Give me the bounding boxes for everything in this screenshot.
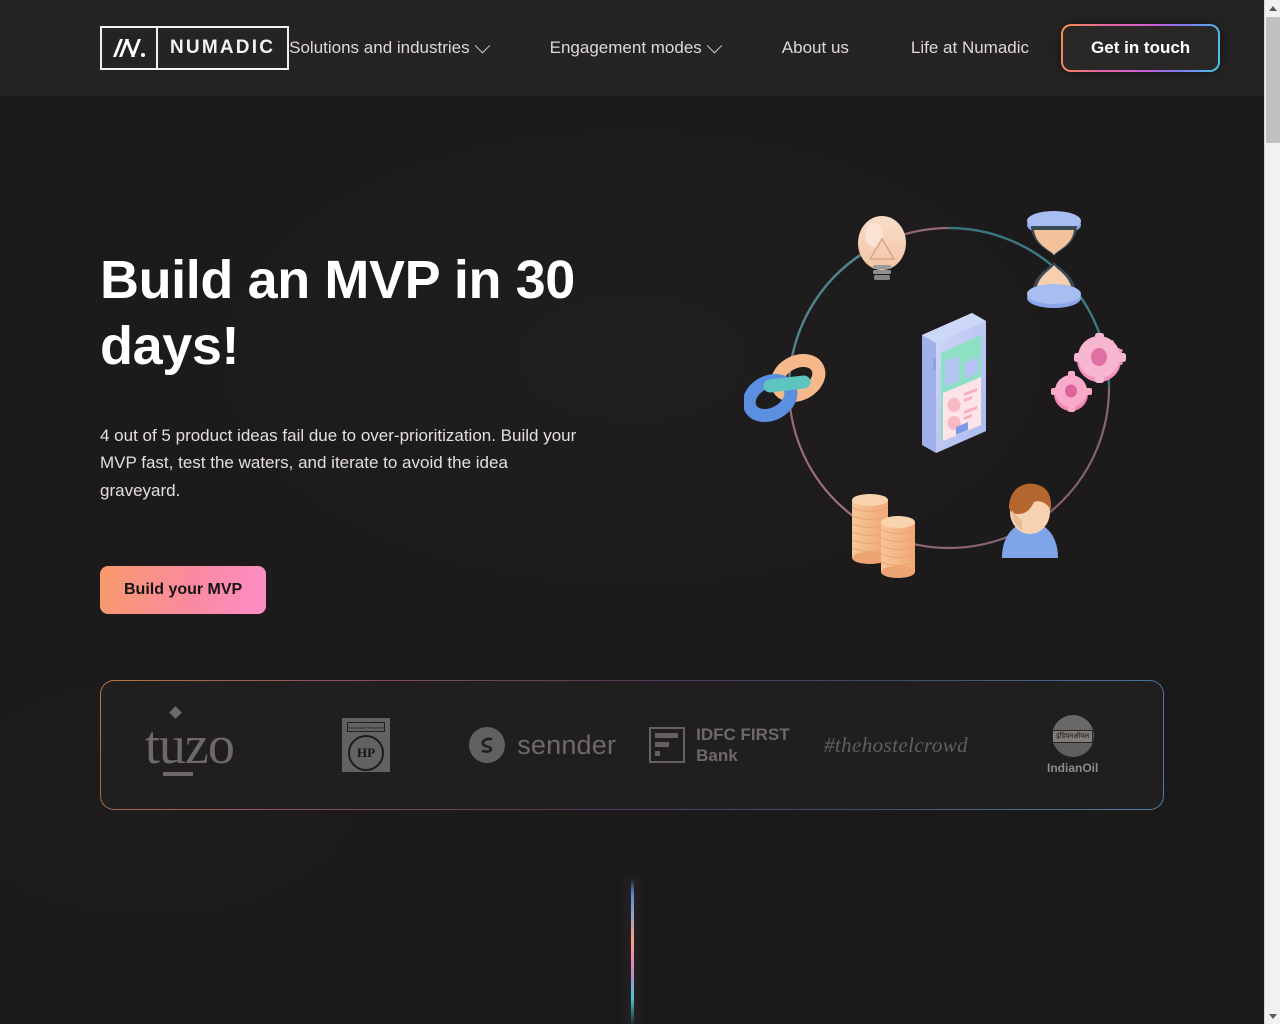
gradient-divider-line — [630, 878, 634, 1024]
page-title: Build an MVP in 30 days! — [100, 250, 575, 376]
scrollbar-thumb[interactable] — [1266, 17, 1280, 143]
scrollbar-down-button[interactable] — [1265, 1008, 1280, 1024]
site-header: NUMADIC Solutions and industries Engagem… — [0, 0, 1264, 96]
hp-logo-icon: Hindustan Petroleum HP — [342, 718, 390, 773]
get-in-touch-button[interactable]: Get in touch — [1061, 24, 1221, 72]
page-viewport: NUMADIC Solutions and industries Engagem… — [0, 0, 1264, 1024]
brand-name: NUMADIC — [170, 37, 276, 58]
nav-item-solutions-and-industries[interactable]: Solutions and industries — [289, 37, 520, 58]
get-in-touch-label: Get in touch — [1063, 26, 1219, 70]
sennder-label: sennder — [517, 729, 617, 760]
nav-label: Engagement modes — [549, 38, 702, 57]
client-logo-indianoil: इंडियनऑयल IndianOil — [984, 715, 1161, 775]
hero-section: Build an MVP in 30 days! 4 out of 5 prod… — [0, 96, 1264, 615]
gears-icon — [1051, 333, 1126, 412]
build-your-mvp-button[interactable]: Build your MVP — [100, 566, 267, 615]
client-logo-hindustan-petroleum: Hindustan Petroleum HP — [278, 718, 455, 773]
mvp-cycle-illustration — [660, 208, 1164, 608]
nav-label: Life at Numadic — [910, 38, 1030, 57]
client-logo-sennder: sennder — [454, 727, 631, 764]
thehostelcrowd-label: #thehostelcrowd — [824, 732, 969, 757]
client-logo-idfc-first-bank: IDFC FIRST Bank — [631, 724, 808, 767]
chevron-down-icon — [706, 37, 723, 53]
hero-copy: Build an MVP in 30 days! 4 out of 5 prod… — [100, 208, 660, 615]
chevron-down-icon — [1269, 1013, 1277, 1019]
nav-label: About us — [781, 38, 849, 57]
idfc-label-line2: Bank — [696, 746, 738, 766]
nav-item-about-us[interactable]: About us — [752, 38, 881, 58]
nav-label: Solutions and industries — [289, 38, 470, 57]
indianoil-devanagari-label: इंडियनऑयल — [1052, 729, 1094, 743]
main-navigation: Solutions and industries Engagement mode… — [289, 37, 1061, 58]
client-logo-tuzo: tuzo — [101, 706, 278, 777]
client-logos-row: tuzo Hindustan Petroleum HP sennder IDFC… — [101, 681, 1163, 810]
divider-section — [0, 838, 1264, 1024]
lightbulb-icon — [858, 216, 906, 280]
scrollbar-up-button[interactable] — [1265, 0, 1280, 16]
nav-item-engagement-modes[interactable]: Engagement modes — [520, 37, 752, 58]
nav-item-life-at-numadic[interactable]: Life at Numadic — [881, 38, 1061, 58]
indianoil-label: IndianOil — [1047, 761, 1099, 776]
chevron-up-icon — [1269, 5, 1277, 11]
idfc-label-line1: IDFC FIRST — [696, 725, 790, 745]
smartphone-icon — [922, 313, 986, 453]
hp-label: HP — [348, 735, 384, 772]
hero-subtitle: 4 out of 5 product ideas fail due to ove… — [100, 425, 577, 500]
indianoil-mark-icon: इंडियनऑयल — [1051, 715, 1094, 758]
client-logos-strip: tuzo Hindustan Petroleum HP sennder IDFC… — [100, 680, 1164, 811]
numadic-logo-mark-icon — [102, 28, 158, 68]
sennder-mark-icon — [469, 727, 506, 764]
brand-logo[interactable]: NUMADIC — [100, 26, 290, 70]
hourglass-icon — [1027, 211, 1081, 308]
chevron-down-icon — [474, 37, 490, 53]
coins-icon — [851, 494, 916, 578]
person-icon — [1002, 483, 1058, 558]
client-logo-thehostelcrowd: #thehostelcrowd — [808, 733, 985, 758]
hp-sub-label: Hindustan Petroleum — [347, 722, 385, 733]
page-scrollbar[interactable] — [1264, 0, 1280, 1024]
idfc-mark-icon — [649, 727, 686, 764]
chain-links-icon — [744, 353, 826, 423]
tuzo-label: tuzo — [144, 715, 235, 776]
tuzo-underline-icon — [162, 772, 193, 777]
